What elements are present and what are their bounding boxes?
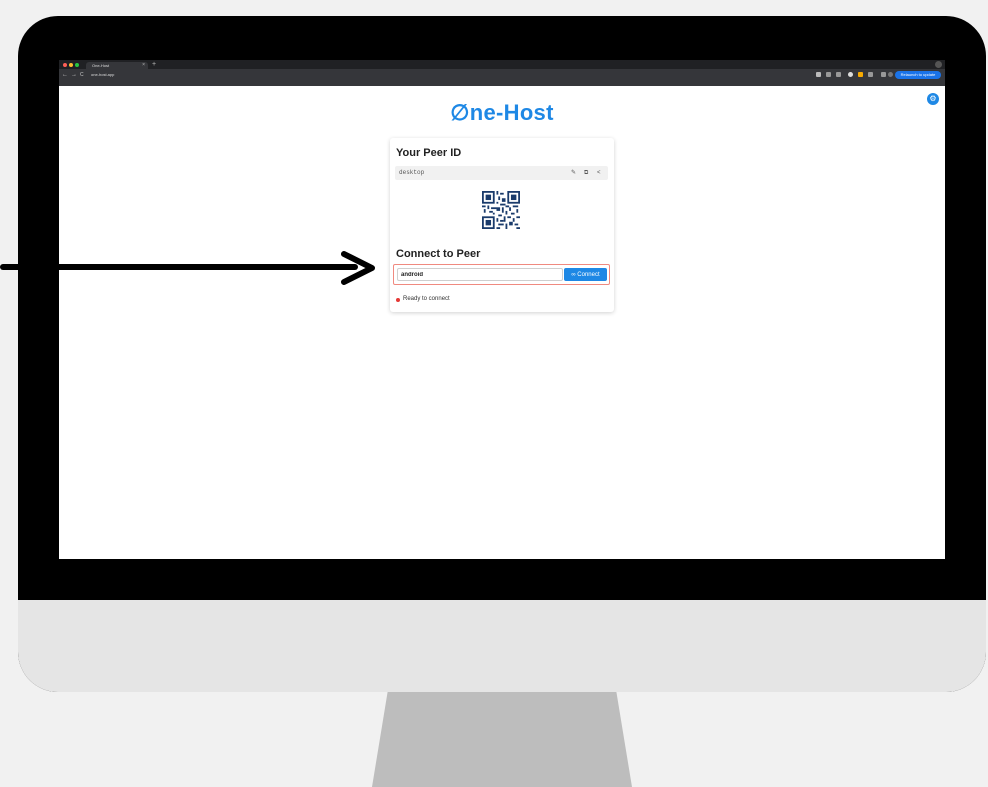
extension-icon[interactable] <box>816 72 821 77</box>
new-tab-button[interactable]: + <box>152 60 156 69</box>
browser-window: One-Host × + ← → C one-host.app Relaunch… <box>59 60 945 559</box>
reload-button[interactable]: C <box>80 71 84 79</box>
connect-heading: Connect to Peer <box>396 248 481 260</box>
minimize-window-dot[interactable] <box>69 63 73 67</box>
extension-yellow-icon[interactable] <box>858 72 863 77</box>
url-field[interactable]: one-host.app <box>91 71 114 79</box>
bookmark-star-icon[interactable] <box>836 72 841 77</box>
connection-status: Ready to connect <box>403 296 450 302</box>
peer-id-value: desktop <box>399 169 425 176</box>
settings-gear-icon[interactable] <box>848 72 853 77</box>
app-logo: ∅ne-Host <box>450 100 554 125</box>
cast-icon[interactable] <box>826 72 831 77</box>
close-window-dot[interactable] <box>63 63 67 67</box>
tab-close-icon[interactable]: × <box>142 62 145 69</box>
status-indicator <box>396 298 400 302</box>
forward-button[interactable]: → <box>71 71 77 79</box>
tab-bar: One-Host × + <box>59 60 945 69</box>
annotation-arrow-head <box>341 251 375 285</box>
monitor-chin <box>18 600 986 692</box>
peer-qr-code <box>482 191 520 229</box>
maximize-window-dot[interactable] <box>75 63 79 67</box>
edit-icon[interactable]: ✎ <box>571 166 576 180</box>
share-icon[interactable]: < <box>597 166 601 180</box>
copy-icon[interactable]: ⧉ <box>584 166 588 180</box>
your-peer-heading: Your Peer ID <box>396 147 462 159</box>
address-bar <box>59 69 945 86</box>
tab-one-host[interactable]: One-Host × <box>86 62 148 69</box>
download-icon[interactable] <box>881 72 886 77</box>
annotation-arrow-line <box>0 264 358 270</box>
back-button[interactable]: ← <box>62 71 68 79</box>
peer-id-row: desktop ✎ ⧉ < <box>395 166 608 180</box>
peer-card: Your Peer ID desktop ✎ ⧉ < Connect to Pe… <box>390 138 614 312</box>
peer-id-input[interactable] <box>397 268 563 281</box>
sidepanel-icon[interactable] <box>868 72 873 77</box>
monitor-stand <box>372 692 632 787</box>
tab-title: One-Host <box>92 63 110 68</box>
connect-button[interactable]: ∞ Connect <box>564 268 607 281</box>
profile-icon[interactable] <box>888 72 893 77</box>
tab-search-button[interactable] <box>935 61 942 68</box>
relaunch-button[interactable]: Relaunch to update <box>895 71 941 79</box>
connect-form: ∞ Connect <box>393 264 610 285</box>
